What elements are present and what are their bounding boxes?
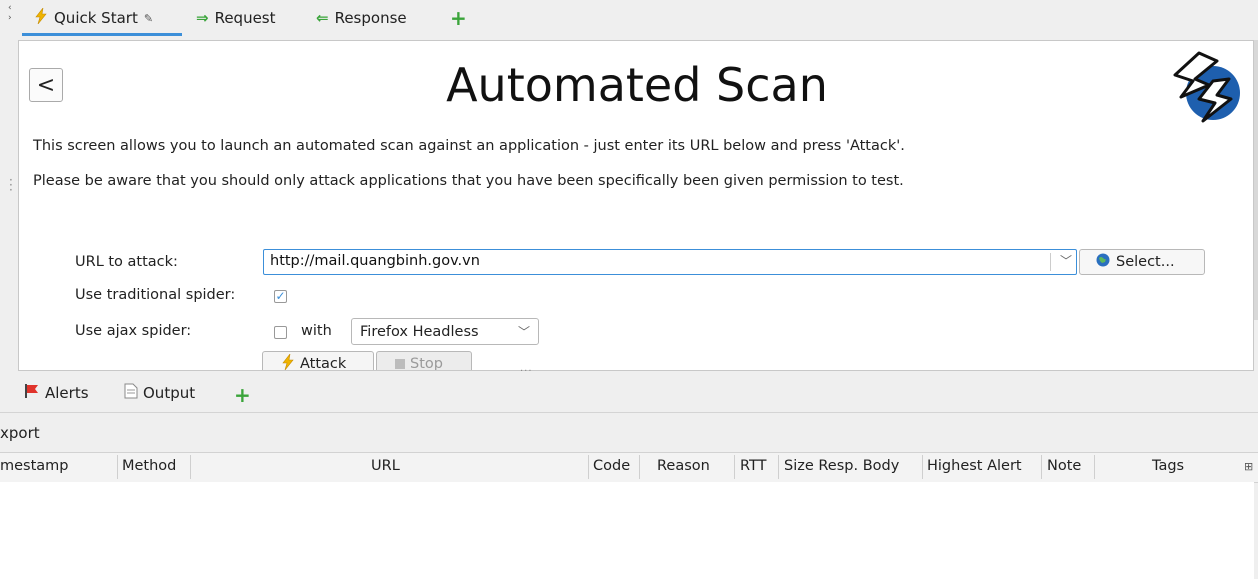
stop-button[interactable]: Stop	[376, 351, 472, 371]
combo-separator	[1050, 253, 1051, 271]
tab-label: Quick Start	[54, 9, 138, 27]
select-label: Select...	[1116, 254, 1175, 270]
description-line-2: Please be aware that you should only att…	[33, 173, 904, 189]
horizontal-splitter-handle[interactable]: ···	[520, 366, 533, 377]
attack-button[interactable]: Attack	[262, 351, 374, 371]
zap-logo-icon	[1169, 51, 1241, 123]
column-separator[interactable]	[588, 455, 589, 479]
column-separator[interactable]	[734, 455, 735, 479]
history-table-body	[0, 482, 1254, 579]
bottom-tab-strip: Alerts Output +	[0, 378, 1258, 410]
tab-output[interactable]: Output	[124, 383, 195, 403]
column-header-tags[interactable]: Tags	[1152, 458, 1184, 474]
add-tab-button[interactable]: +	[234, 383, 251, 407]
splitter-handle[interactable]: · · ·	[9, 174, 13, 196]
tab-label: Alerts	[45, 384, 89, 402]
column-separator[interactable]	[190, 455, 191, 479]
ajax-spider-label: Use ajax spider:	[75, 323, 192, 339]
lightning-icon	[281, 353, 295, 370]
description-line-1: This screen allows you to launch an auto…	[33, 138, 905, 154]
quick-start-panel: < Automated Scan This screen allows you …	[18, 40, 1254, 371]
column-separator[interactable]	[922, 455, 923, 479]
ajax-spider-checkbox[interactable]	[274, 326, 287, 339]
page-title: Automated Scan	[446, 58, 828, 112]
traditional-spider-checkbox[interactable]: ✓	[274, 290, 287, 303]
url-input[interactable]	[270, 253, 1040, 269]
chevron-down-icon: ﹀	[517, 325, 530, 339]
pin-icon[interactable]: ✎	[144, 12, 153, 25]
tab-request[interactable]: ⇒ Request	[196, 7, 276, 29]
browser-select[interactable]: Firefox Headless ﹀	[351, 318, 539, 345]
column-header-timestamp[interactable]: mestamp	[0, 458, 69, 474]
tab-quick-start[interactable]: Quick Start ✎	[34, 7, 153, 29]
tab-label: Response	[334, 9, 407, 27]
tab-alerts[interactable]: Alerts	[24, 383, 89, 403]
globe-icon	[1096, 253, 1110, 271]
tab-response[interactable]: ⇐ Response	[316, 7, 407, 29]
traditional-spider-label: Use traditional spider:	[75, 287, 236, 303]
column-header-rtt[interactable]: RTT	[740, 458, 766, 474]
attack-label: Attack	[300, 356, 347, 371]
flag-icon	[24, 383, 40, 403]
stop-icon	[395, 359, 405, 369]
column-separator[interactable]	[117, 455, 118, 479]
active-tab-indicator	[22, 33, 182, 36]
column-separator[interactable]	[1041, 455, 1042, 479]
column-separator[interactable]	[639, 455, 640, 479]
with-label: with	[301, 323, 332, 339]
column-separator[interactable]	[778, 455, 779, 479]
top-tab-strip: ‹ › Quick Start ✎ ⇒ Request ⇐ Response +	[0, 0, 1258, 36]
arrow-right-icon: ⇒	[196, 9, 209, 27]
chevron-down-icon[interactable]: ﹀	[1060, 252, 1072, 269]
select-button[interactable]: Select...	[1079, 249, 1205, 275]
url-label: URL to attack:	[75, 254, 178, 270]
tab-label: Output	[143, 384, 196, 402]
column-header-reason[interactable]: Reason	[657, 458, 710, 474]
column-header-url[interactable]: URL	[371, 458, 400, 474]
export-toolbar: xport	[0, 412, 1258, 453]
column-header-size-resp-body[interactable]: Size Resp. Body	[784, 458, 899, 474]
table-header: mestamp Method URL Code Reason RTT Size …	[0, 452, 1258, 483]
tab-scroll-arrows[interactable]: ‹ ›	[8, 3, 12, 23]
plus-icon: +	[234, 383, 251, 407]
arrow-left-icon: ⇐	[316, 9, 329, 27]
stop-label: Stop	[410, 356, 443, 371]
plus-icon: +	[450, 6, 467, 30]
add-tab-button[interactable]: +	[450, 6, 467, 30]
lightning-icon	[34, 7, 48, 28]
column-separator[interactable]	[1094, 455, 1095, 479]
column-header-highest-alert[interactable]: Highest Alert	[927, 458, 1022, 474]
column-header-code[interactable]: Code	[593, 458, 630, 474]
column-header-note[interactable]: Note	[1047, 458, 1081, 474]
column-header-method[interactable]: Method	[122, 458, 176, 474]
document-icon	[124, 383, 138, 403]
column-chooser-icon[interactable]: ⊞	[1244, 460, 1253, 473]
browser-select-value: Firefox Headless	[360, 323, 479, 340]
url-combobox[interactable]: ﹀	[263, 249, 1077, 275]
vertical-scrollbar[interactable]	[1254, 40, 1258, 320]
tab-label: Request	[214, 9, 276, 27]
export-button[interactable]: xport	[0, 424, 40, 442]
